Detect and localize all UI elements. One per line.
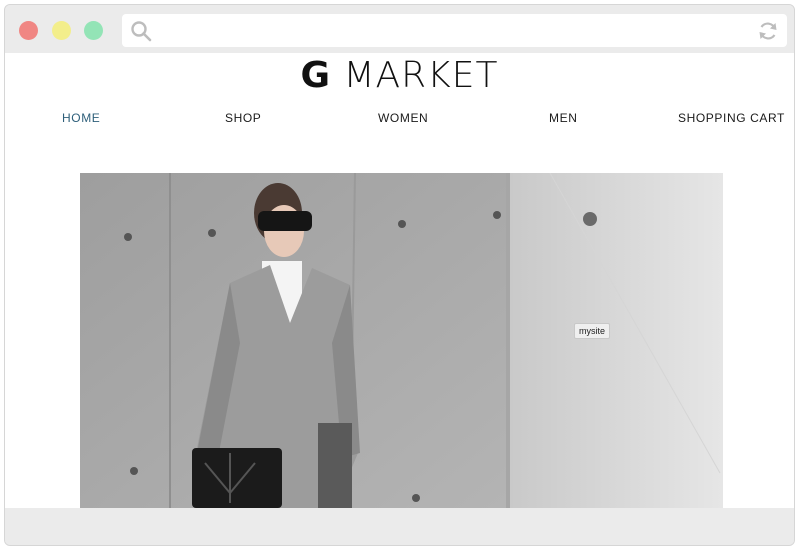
minimize-window-button[interactable] [52,21,71,40]
page-viewport: G MARKET HOME SHOP WOMEN MEN SHOPPING CA… [5,53,794,508]
nav-men[interactable]: MEN [549,111,577,125]
hero-image: mysite [80,173,723,508]
site-logo[interactable]: G MARKET [5,55,794,96]
browser-window: G MARKET HOME SHOP WOMEN MEN SHOPPING CA… [4,4,795,546]
title-bar [5,5,794,53]
logo-bold-letter: G [300,55,332,96]
tooltip: mysite [574,323,611,339]
reload-icon[interactable] [757,20,779,42]
maximize-window-button[interactable] [84,21,103,40]
nav-shop[interactable]: SHOP [225,111,261,125]
search-icon[interactable] [130,20,152,42]
nav-women[interactable]: WOMEN [378,111,428,125]
main-nav: HOME SHOP WOMEN MEN SHOPPING CART [5,111,794,131]
address-bar[interactable] [122,14,787,47]
logo-text: MARKET [331,55,499,96]
close-window-button[interactable] [19,21,38,40]
hero-photo [80,173,723,508]
bottom-bar [5,508,794,545]
nav-shopping-cart[interactable]: SHOPPING CART [678,111,785,125]
nav-home[interactable]: HOME [62,111,100,125]
